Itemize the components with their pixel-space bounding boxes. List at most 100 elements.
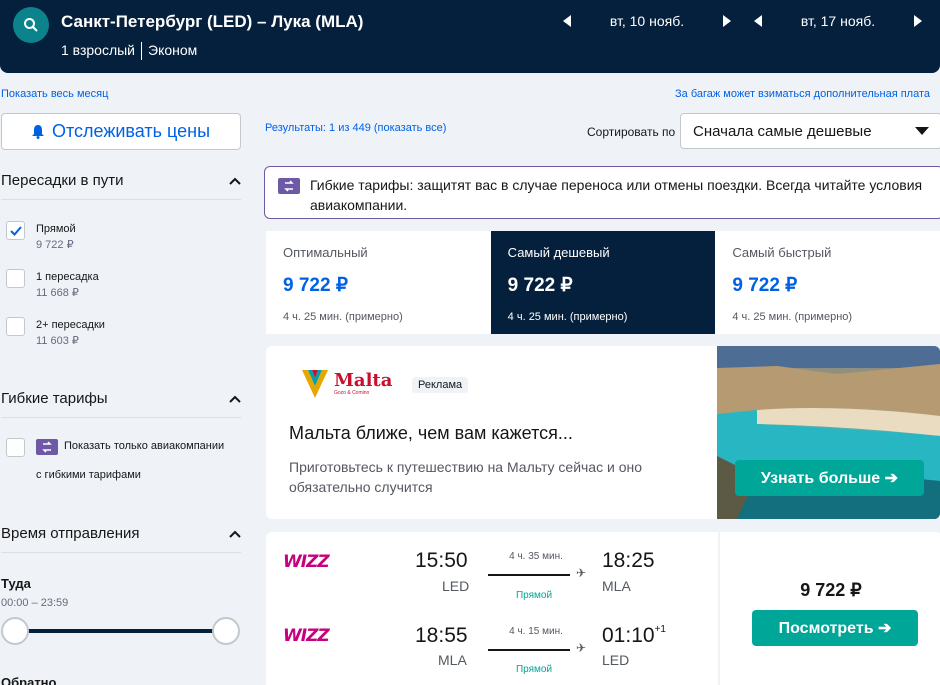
inbound-departure-code: MLA (438, 652, 467, 668)
passengers[interactable]: 1 взрослый (61, 42, 135, 60)
caret-right-icon (723, 15, 731, 27)
flexible-banner-text: Гибкие тарифы: защитят вас в случае пере… (310, 177, 923, 213)
tab-best[interactable]: Оптимальный 9 722 ₽ 4 ч. 25 мин. (пример… (266, 231, 491, 334)
return-date-nav: вт, 17 нояб. (749, 12, 927, 30)
return-date[interactable]: вт, 17 нояб. (767, 13, 909, 29)
caret-down-icon (915, 127, 929, 135)
option-label: Показать только авиакомпании (64, 440, 225, 452)
stops-option-one[interactable]: 1 пересадка 11 668 ₽ (6, 269, 99, 301)
flight-price-panel: 9 722 ₽ Посмотреть ➔ (720, 532, 940, 685)
sort-value: Сначала самые дешевые (693, 122, 872, 140)
sponsored-ad[interactable]: Malta Gozo & Comino Реклама Мальта ближе… (266, 346, 940, 519)
inbound-departure-time: 18:55 (415, 624, 468, 647)
departure-time-header[interactable]: Время отправления (1, 525, 241, 553)
tab-price: 9 722 ₽ (732, 275, 798, 296)
option-price: 11 668 ₽ (36, 287, 79, 299)
time-slider-max-handle[interactable] (212, 617, 240, 645)
flexible-filter-title: Гибкие тарифы (1, 390, 108, 407)
option-label: 2+ пересадки (36, 319, 105, 331)
flight-price: 9 722 ₽ (800, 580, 862, 600)
caret-left-icon (754, 15, 762, 27)
inbound-arrival-time-value: 01:10 (602, 624, 655, 647)
flight-card[interactable]: WIZZ 15:50 LED 4 ч. 35 мин. ✈ Прямой 18:… (266, 532, 718, 685)
outbound-date-nav: вт, 10 нояб. (558, 12, 736, 30)
plane-icon: ✈ (576, 641, 587, 655)
time-slider-min-handle[interactable] (1, 617, 29, 645)
tab-name: Оптимальный (283, 245, 368, 260)
next-date-button[interactable] (718, 12, 736, 30)
divider (141, 42, 142, 60)
ad-text: Приготовьтесь к путешествию на Мальту се… (289, 459, 642, 495)
tab-name: Самый дешевый (507, 245, 610, 260)
outbound-time-range: 00:00 – 23:59 (1, 597, 69, 609)
ad-badge: Реклама (412, 377, 469, 393)
checkbox[interactable] (6, 317, 25, 336)
ad-learn-more-button[interactable]: Узнать больше ➔ (735, 460, 924, 496)
option-label: Прямой (36, 223, 76, 235)
checkbox[interactable] (6, 221, 25, 240)
stops-filter-header[interactable]: Пересадки в пути (1, 172, 241, 200)
prev-date-button[interactable] (558, 12, 576, 30)
option-label-line2: с гибкими тарифами (36, 469, 141, 481)
search-summary-header: Санкт-Петербург (LED) – Лука (MLA) 1 взр… (0, 0, 940, 73)
flexible-ticket-icon (278, 178, 300, 194)
route-line (488, 574, 570, 576)
outbound-date[interactable]: вт, 10 нояб. (576, 13, 718, 29)
view-deal-button[interactable]: Посмотреть ➔ (752, 610, 918, 646)
tab-name: Самый быстрый (732, 245, 832, 260)
caret-right-icon (914, 15, 922, 27)
checkbox[interactable] (6, 269, 25, 288)
caret-left-icon (563, 15, 571, 27)
next-return-date-button[interactable] (909, 12, 927, 30)
option-price: 11 603 ₽ (36, 335, 79, 347)
bell-icon (31, 124, 44, 139)
tab-duration: 4 ч. 25 мин. (примерно) (732, 311, 853, 323)
route-title[interactable]: Санкт-Петербург (LED) – Лука (MLA) (61, 12, 363, 32)
outbound-time-label: Туда (1, 576, 31, 591)
ad-logo-text: Malta (334, 370, 393, 391)
ad-title: Мальта ближе, чем вам кажется... (289, 423, 573, 443)
inbound-duration: 4 ч. 15 мин. (509, 626, 563, 637)
outbound-departure-code: LED (442, 578, 470, 594)
time-slider-track[interactable] (14, 629, 228, 633)
malta-emblem-icon (302, 370, 328, 398)
track-prices-button[interactable]: Отслеживать цены (1, 113, 241, 150)
cabin-class[interactable]: Эконом (148, 42, 197, 60)
outbound-departure-time: 15:50 (415, 549, 468, 572)
inbound-stops: Прямой (515, 664, 553, 675)
baggage-fee-link[interactable]: За багаж может взиматься дополнительная … (675, 88, 940, 100)
search-icon (24, 18, 38, 32)
return-time-label: Обратно (1, 675, 57, 685)
checkmark-icon (9, 225, 22, 236)
outbound-arrival-code: MLA (602, 578, 631, 594)
flexible-only-option[interactable]: Показать только авиакомпании с гибкими т… (6, 438, 224, 490)
route-line (488, 649, 570, 651)
inbound-arrival-time: 01:10+1 (602, 624, 666, 648)
flexible-filter-header[interactable]: Гибкие тарифы (1, 390, 241, 418)
flexible-fares-banner: Гибкие тарифы: защитят вас в случае пере… (264, 166, 940, 219)
tab-fastest[interactable]: Самый быстрый 9 722 ₽ 4 ч. 25 мин. (прим… (715, 231, 940, 334)
whole-month-link[interactable]: Показать весь месяц (1, 88, 108, 100)
stops-option-direct[interactable]: Прямой 9 722 ₽ (6, 221, 76, 253)
tab-cheapest[interactable]: Самый дешевый 9 722 ₽ 4 ч. 25 мин. (прим… (490, 231, 716, 334)
malta-logo: Malta Gozo & Comino (302, 370, 392, 398)
option-label: 1 пересадка (36, 271, 99, 283)
outbound-stops: Прямой (515, 590, 553, 601)
checkbox[interactable] (6, 438, 25, 457)
tab-price: 9 722 ₽ (283, 275, 348, 296)
tab-duration: 4 ч. 25 мин. (примерно) (507, 311, 628, 323)
next-day-indicator: +1 (654, 624, 666, 635)
option-price: 9 722 ₽ (36, 239, 74, 251)
stops-option-two-plus[interactable]: 2+ пересадки 11 603 ₽ (6, 317, 105, 349)
search-button[interactable] (13, 7, 49, 43)
sort-label: Сортировать по (587, 125, 676, 139)
chevron-up-icon (229, 395, 241, 403)
chevron-up-icon (229, 177, 241, 185)
results-count-link[interactable]: Результаты: 1 из 449 (показать все) (265, 122, 446, 134)
prev-return-date-button[interactable] (749, 12, 767, 30)
track-prices-label: Отслеживать цены (51, 121, 211, 141)
sort-select[interactable]: Сначала самые дешевые (680, 113, 940, 149)
inbound-arrival-code: LED (602, 652, 630, 668)
departure-time-title: Время отправления (1, 525, 140, 542)
sort-tabs: Оптимальный 9 722 ₽ 4 ч. 25 мин. (пример… (266, 231, 940, 334)
